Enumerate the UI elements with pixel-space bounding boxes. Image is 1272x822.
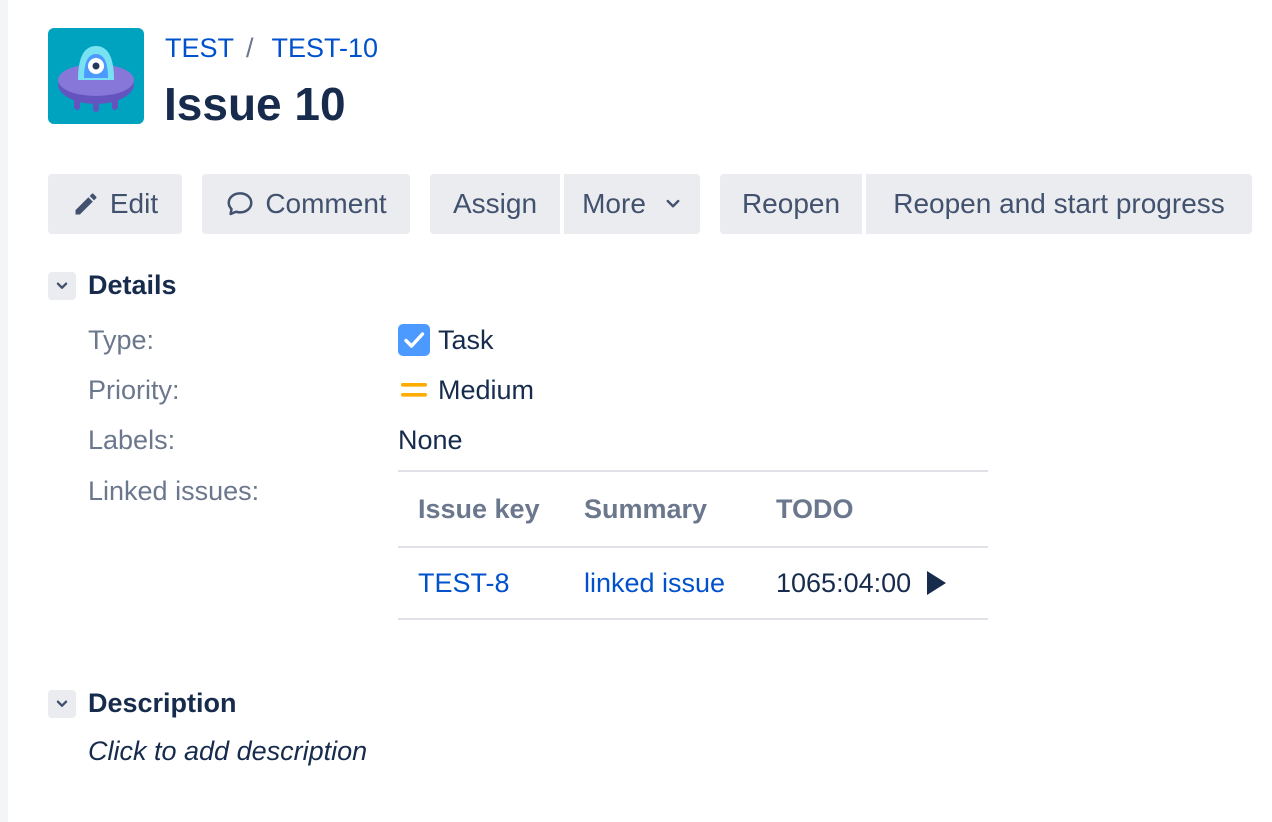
description-section-header[interactable]: Description <box>48 688 237 719</box>
type-value: Task <box>398 323 494 357</box>
left-edge-strip <box>0 0 8 822</box>
details-title: Details <box>88 270 177 300</box>
chevron-down-icon <box>56 700 68 707</box>
linked-issues-header-row: Issue key Summary TODO <box>398 471 988 547</box>
description-placeholder[interactable]: Click to add description <box>88 736 367 767</box>
breadcrumb: TEST / TEST-10 <box>165 32 378 64</box>
type-label: Type: <box>88 325 155 355</box>
more-dropdown-button[interactable]: More <box>564 174 700 234</box>
comment-button-label: Comment <box>265 188 387 219</box>
details-toggle[interactable] <box>48 271 76 300</box>
more-button-label: More <box>582 188 646 219</box>
linked-issue-summary-link[interactable]: linked issue <box>584 568 725 598</box>
labels-value: None <box>398 425 463 455</box>
priority-label: Priority: <box>88 375 180 405</box>
column-header-issue-key[interactable]: Issue key <box>398 471 564 547</box>
linked-issues-table: Issue key Summary TODO TEST-8 linked iss… <box>398 470 988 620</box>
priority-value-text: Medium <box>438 375 535 405</box>
linked-issues-label: Linked issues: <box>88 476 260 506</box>
todo-timer: 1065:04:00 <box>776 548 988 618</box>
chevron-down-icon <box>56 282 68 289</box>
type-value-text: Task <box>438 325 494 355</box>
task-checkbox-icon <box>398 324 430 356</box>
linked-issue-key-link[interactable]: TEST-8 <box>418 568 510 598</box>
comment-button[interactable]: Comment <box>202 174 410 234</box>
todo-timer-value: 1065:04:00 <box>776 567 912 598</box>
assign-button[interactable]: Assign <box>430 174 560 234</box>
priority-medium-icon <box>401 383 427 397</box>
edit-button[interactable]: Edit <box>48 174 182 234</box>
chevron-down-icon <box>666 199 680 208</box>
reopen-button[interactable]: Reopen <box>720 174 862 234</box>
breadcrumb-project-link[interactable]: TEST <box>165 33 234 63</box>
edit-button-label: Edit <box>109 188 159 219</box>
comment-bubble-icon <box>227 192 253 216</box>
priority-value: Medium <box>398 373 534 407</box>
breadcrumb-issue-link[interactable]: TEST-10 <box>272 33 379 63</box>
column-header-todo[interactable]: TODO <box>756 471 988 547</box>
reopen-and-start-progress-button[interactable]: Reopen and start progress <box>866 174 1252 234</box>
details-section-header[interactable]: Details <box>48 270 177 301</box>
table-row: TEST-8 linked issue 1065:04:00 <box>398 547 988 619</box>
page-title[interactable]: Issue 10 <box>164 76 346 132</box>
labels-label: Labels: <box>88 425 176 455</box>
description-toggle[interactable] <box>48 689 76 718</box>
project-avatar-icon[interactable] <box>48 28 144 124</box>
breadcrumb-separator: / <box>246 33 254 63</box>
play-icon[interactable] <box>925 570 947 596</box>
column-header-summary[interactable]: Summary <box>564 471 756 547</box>
description-title: Description <box>88 688 237 718</box>
pencil-icon <box>75 193 97 215</box>
